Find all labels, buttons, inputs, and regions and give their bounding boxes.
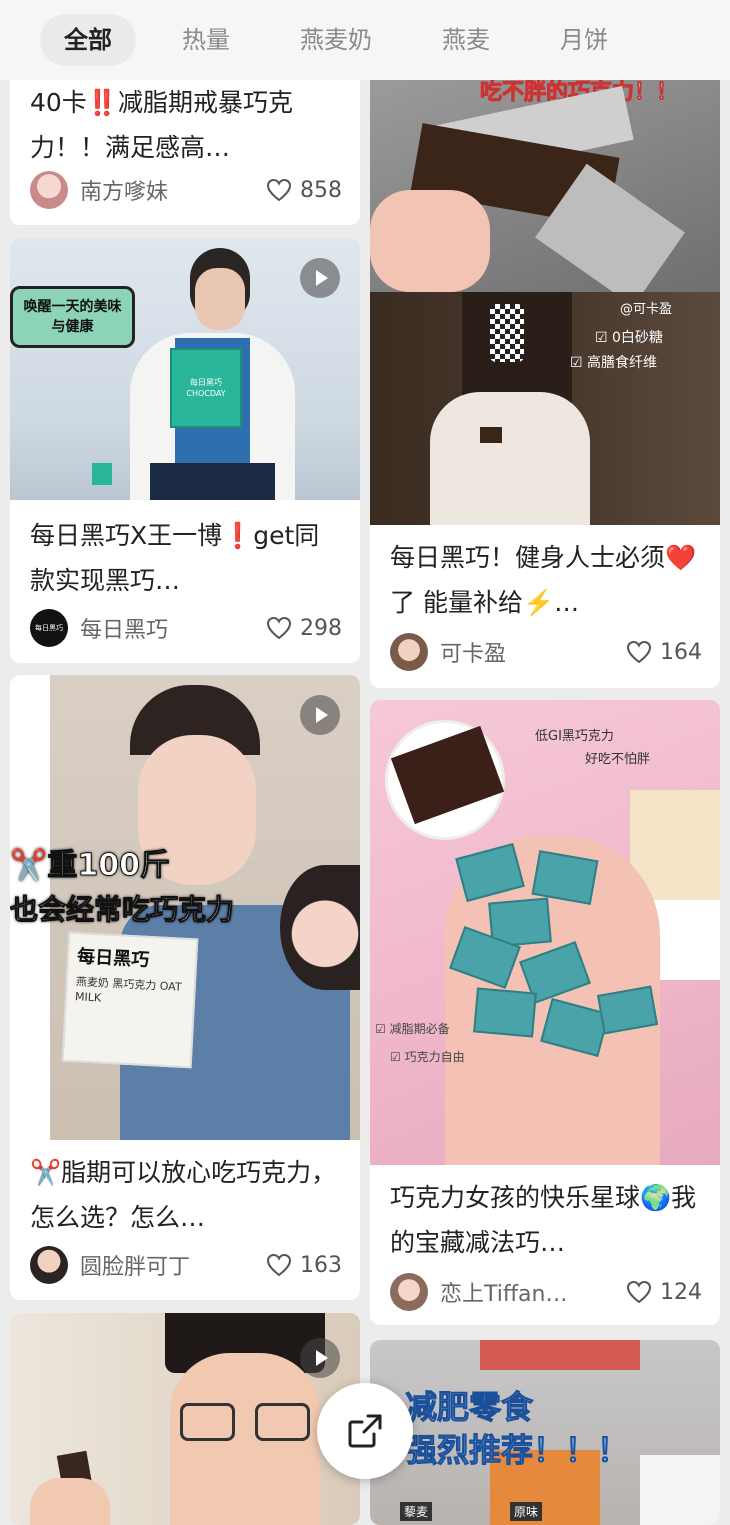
avatar[interactable]	[30, 171, 68, 209]
cover-caption-1: ✂️重100斤	[10, 848, 170, 884]
tab-calories[interactable]: 热量	[158, 14, 254, 66]
like-button[interactable]: 164	[626, 640, 702, 665]
heart-icon	[266, 616, 292, 640]
author-name[interactable]: 圆脸胖可丁	[80, 1249, 190, 1281]
author-name[interactable]: 南方嗲妹	[80, 174, 168, 206]
label-1: 藜麦	[400, 1502, 433, 1521]
note-title: 巧克力女孩的快乐星球🌍我的宝藏减法巧…	[390, 1183, 697, 1257]
cover-caption-1: 减肥零食	[404, 1388, 534, 1427]
cover-image: 每日黑巧 燕麦奶 黑巧克力 OAT MILK ✂️重100斤 也会经常吃巧克力	[10, 675, 360, 1140]
note-title: ✂️脂期可以放心吃巧克力，怎么选？怎么…	[30, 1158, 337, 1232]
author-name[interactable]: 可卡盈	[440, 636, 506, 668]
note-card-1[interactable]: 40卡‼️减脂期戒暴巧克力！！满足感高… 南方嗲妹 858	[10, 80, 360, 225]
like-button[interactable]: 298	[266, 616, 342, 641]
share-icon	[348, 1414, 382, 1448]
video-play-icon	[300, 258, 340, 298]
avatar[interactable]	[390, 1273, 428, 1311]
category-tabs: 全部 热量 燕麦奶 燕麦 月饼	[0, 0, 730, 80]
avatar[interactable]	[390, 633, 428, 671]
note-card-4[interactable]: 吃不胖的巧克力！！ @可卡盈 ☑ 0白砂糖 ☑ 高膳食纤维 每日黑巧！健身人士必…	[370, 80, 720, 688]
like-count: 163	[300, 1252, 342, 1278]
note-card-6[interactable]: 低GI黑巧克力 好吃不怕胖 ☑ 减脂期必备 ☑ 巧克力自由 巧克力女孩的快乐星球…	[370, 700, 720, 1325]
sticker-1: 低GI黑巧克力	[535, 729, 614, 744]
note-card-8[interactable]: 减肥零食 强烈推荐！！！ 藜麦 原味	[370, 1340, 720, 1525]
author-name[interactable]: 每日黑巧	[80, 612, 168, 644]
heart-icon	[626, 1280, 652, 1304]
avatar[interactable]: 每日黑巧	[30, 609, 68, 647]
tab-oats[interactable]: 燕麦	[418, 14, 514, 66]
note-title: 40卡‼️减脂期戒暴巧克力！！满足感高…	[30, 88, 293, 162]
cover-caption-2: 也会经常吃巧克力	[10, 893, 235, 927]
video-play-icon	[300, 695, 340, 735]
cover-image: 每日黑巧 CHOCDAY 唤醒一天的美味与健康	[10, 238, 360, 500]
overlay-check-2: ☑ 高膳食纤维	[570, 355, 658, 371]
cover-image-chocolate: 吃不胖的巧克力！！	[370, 80, 720, 292]
package-brand: 每日黑巧	[76, 946, 150, 971]
note-check-2: ☑ 巧克力自由	[390, 1050, 465, 1064]
video-play-icon	[300, 1338, 340, 1378]
tab-mooncake[interactable]: 月饼	[536, 14, 632, 66]
note-meta: 可卡盈 164	[390, 630, 702, 674]
like-count: 124	[660, 1279, 702, 1305]
note-card-2[interactable]: 每日黑巧 CHOCDAY 唤醒一天的美味与健康 每日黑巧X王一博❗get同款实现…	[10, 238, 360, 663]
like-button[interactable]: 124	[626, 1280, 702, 1305]
overlay-check-1: ☑ 0白砂糖	[595, 330, 663, 346]
heart-icon	[266, 178, 292, 202]
cover-image: 减肥零食 强烈推荐！！！ 藜麦 原味	[370, 1340, 720, 1525]
like-count: 164	[660, 639, 702, 665]
like-count: 858	[300, 177, 342, 203]
heart-icon	[626, 640, 652, 664]
like-button[interactable]: 163	[266, 1253, 342, 1278]
note-title: 每日黑巧X王一博❗get同款实现黑巧…	[30, 521, 320, 595]
note-meta: 每日黑巧 每日黑巧 298	[30, 606, 342, 650]
note-title: 每日黑巧！健身人士必须❤️了 能量补给⚡️…	[390, 543, 697, 617]
cover-caption: 唤醒一天的美味与健康	[10, 286, 135, 348]
cover-image	[10, 1313, 360, 1525]
avatar[interactable]	[30, 1246, 68, 1284]
note-meta: 恋上Tiffan… 124	[390, 1270, 702, 1314]
overlay-brand: @可卡盈	[620, 302, 673, 317]
author-name[interactable]: 恋上Tiffan…	[440, 1276, 567, 1308]
label-2: 原味	[510, 1502, 543, 1521]
product-box-text: 每日黑巧 CHOCDAY	[186, 378, 226, 398]
note-meta: 南方嗲妹 858	[30, 168, 342, 212]
sticker-2: 好吃不怕胖	[585, 752, 651, 767]
like-button[interactable]: 858	[266, 178, 342, 203]
note-card-5[interactable]: 每日黑巧 燕麦奶 黑巧克力 OAT MILK ✂️重100斤 也会经常吃巧克力 …	[10, 675, 360, 1300]
tab-oat-milk[interactable]: 燕麦奶	[276, 14, 396, 66]
cover-image: 低GI黑巧克力 好吃不怕胖 ☑ 减脂期必备 ☑ 巧克力自由	[370, 700, 720, 1165]
heart-icon	[266, 1253, 292, 1277]
tab-all[interactable]: 全部	[40, 14, 136, 66]
share-button[interactable]	[317, 1383, 413, 1479]
note-check-1: ☑ 减脂期必备	[375, 1022, 450, 1036]
package-text: 燕麦奶 黑巧克力 OAT MILK	[74, 975, 182, 1005]
cover-caption-2: 强烈推荐！！！	[404, 1431, 630, 1470]
cover-image: @可卡盈 ☑ 0白砂糖 ☑ 高膳食纤维	[370, 292, 720, 525]
note-card-7[interactable]	[10, 1313, 360, 1525]
like-count: 298	[300, 615, 342, 641]
note-meta: 圆脸胖可丁 163	[30, 1243, 342, 1287]
